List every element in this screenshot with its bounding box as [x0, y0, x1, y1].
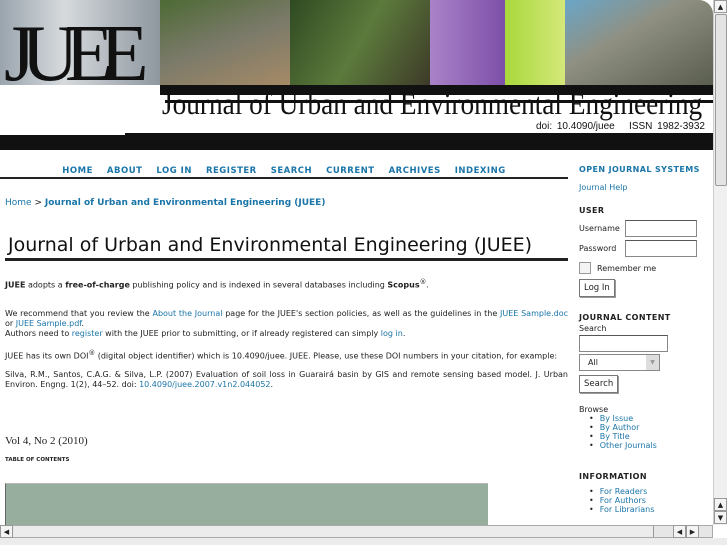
scroll-left-icon[interactable]: ◀ [0, 525, 13, 538]
juee-logo: JUEE [4, 10, 149, 98]
scroll-up-icon[interactable]: ▲ [714, 498, 727, 511]
page-title: Journal of Urban and Environmental Engin… [5, 234, 568, 261]
nav-indexing[interactable]: INDEXING [455, 166, 506, 176]
journal-doi-issn: doi: 10.4090/juee ISSN 1982-3932 [535, 121, 705, 132]
sample-doc-link[interactable]: JUEE Sample.doc [500, 309, 568, 318]
browse-by-issue[interactable]: By Issue [600, 414, 633, 423]
status-strip [0, 538, 727, 545]
browse-by-author[interactable]: By Author [600, 423, 640, 432]
for-authors-link[interactable]: For Authors [600, 496, 646, 505]
register-link[interactable]: register [72, 329, 103, 338]
nav-archives[interactable]: ARCHIVES [389, 166, 441, 176]
chevron-down-icon: ▼ [646, 355, 659, 370]
main-content: Home > Journal of Urban and Environmenta… [5, 190, 568, 465]
nav-register[interactable]: REGISTER [206, 166, 257, 176]
horizontal-scrollbar[interactable]: ◀ ◀ ▶ [0, 525, 713, 538]
search-input[interactable] [579, 335, 668, 352]
doi-paragraph: JUEE has its own DOI® (digital object id… [5, 348, 558, 361]
browse-list: By Issue By Author By Title Other Journa… [589, 414, 709, 450]
search-button[interactable]: Search [579, 375, 619, 393]
breadcrumb-current[interactable]: Journal of Urban and Environmental Engin… [45, 198, 326, 208]
purple-house-photo [430, 0, 505, 85]
nav-search[interactable]: SEARCH [271, 166, 312, 176]
journal-title: Journal of Urban and Environmental Engin… [162, 86, 703, 121]
scroll-down-icon[interactable]: ▼ [714, 511, 727, 524]
search-label: Search [579, 324, 607, 333]
password-label: Password [579, 244, 617, 253]
nav-home[interactable]: HOME [62, 166, 93, 176]
road-photo [160, 0, 290, 85]
issue-heading: Vol 4, No 2 (2010) [5, 435, 88, 448]
journal-content-heading: JOURNAL CONTENT [579, 313, 671, 322]
password-input[interactable] [625, 240, 697, 257]
nav-current[interactable]: CURRENT [326, 166, 374, 176]
recommend-paragraph: We recommend that you review the About t… [5, 308, 568, 338]
for-librarians-link[interactable]: For Librarians [600, 505, 655, 514]
for-readers-link[interactable]: For Readers [600, 487, 648, 496]
citation-doi-link[interactable]: 10.4090/juee.2007.v1n2.044052 [139, 380, 270, 389]
browse-other-journals[interactable]: Other Journals [600, 441, 657, 450]
information-list: For Readers For Authors For Librarians [589, 487, 709, 514]
nav-about[interactable]: ABOUT [107, 166, 142, 176]
table-of-contents-heading: TABLE OF CONTENTS [5, 457, 70, 464]
search-scope-select[interactable]: All ▼ [579, 354, 660, 371]
information-heading: INFORMATION [579, 472, 647, 481]
journal-header-banner: JUEE Journal of Urban and Environmental … [0, 0, 713, 150]
breadcrumb-separator: > [34, 198, 42, 208]
sample-pdf-link[interactable]: JUEE Sample.pdf [16, 319, 82, 328]
nav-login[interactable]: LOG IN [156, 166, 192, 176]
login-button[interactable]: Log In [579, 279, 615, 297]
scroll-up-icon[interactable]: ▲ [714, 0, 727, 13]
browse-by-title[interactable]: By Title [600, 432, 630, 441]
open-journal-systems-link[interactable]: OPEN JOURNAL SYSTEMS [579, 165, 709, 174]
scroll-left-icon[interactable]: ◀ [673, 525, 686, 538]
user-heading: USER [579, 206, 605, 215]
intro-paragraph: JUEE adopts a free-of-charge publishing … [5, 278, 429, 290]
browse-label: Browse [579, 405, 609, 414]
remember-me-checkbox[interactable] [579, 262, 591, 274]
username-label: Username [579, 224, 620, 233]
breadcrumb: Home > Journal of Urban and Environmenta… [5, 198, 568, 208]
vertical-scroll-thumb[interactable] [715, 14, 727, 186]
citation-example: Silva, R.M., Santos, C.A.G. & Silva, L.P… [5, 370, 568, 390]
scroll-right-icon[interactable]: ▶ [686, 525, 699, 538]
login-link[interactable]: log in [381, 329, 403, 338]
city-photo [565, 0, 713, 85]
horizontal-scroll-thumb[interactable] [14, 526, 654, 537]
journal-help-link[interactable]: Journal Help [579, 183, 709, 192]
main-nav: HOME ABOUT LOG IN REGISTER SEARCH CURRENT ARCH… [0, 158, 568, 179]
issue-cover-image [5, 483, 488, 525]
about-journal-link[interactable]: About the Journal [152, 309, 222, 318]
vertical-scrollbar[interactable]: ▲ ▲ ▼ [713, 0, 727, 525]
breadcrumb-home[interactable]: Home [5, 198, 32, 208]
sidebar: OPEN JOURNAL SYSTEMS Journal Help USER U… [579, 165, 709, 514]
green-house-photo [505, 0, 565, 85]
vegetation-photo [290, 0, 430, 85]
remember-me-label: Remember me [597, 263, 657, 273]
username-input[interactable] [625, 220, 697, 237]
